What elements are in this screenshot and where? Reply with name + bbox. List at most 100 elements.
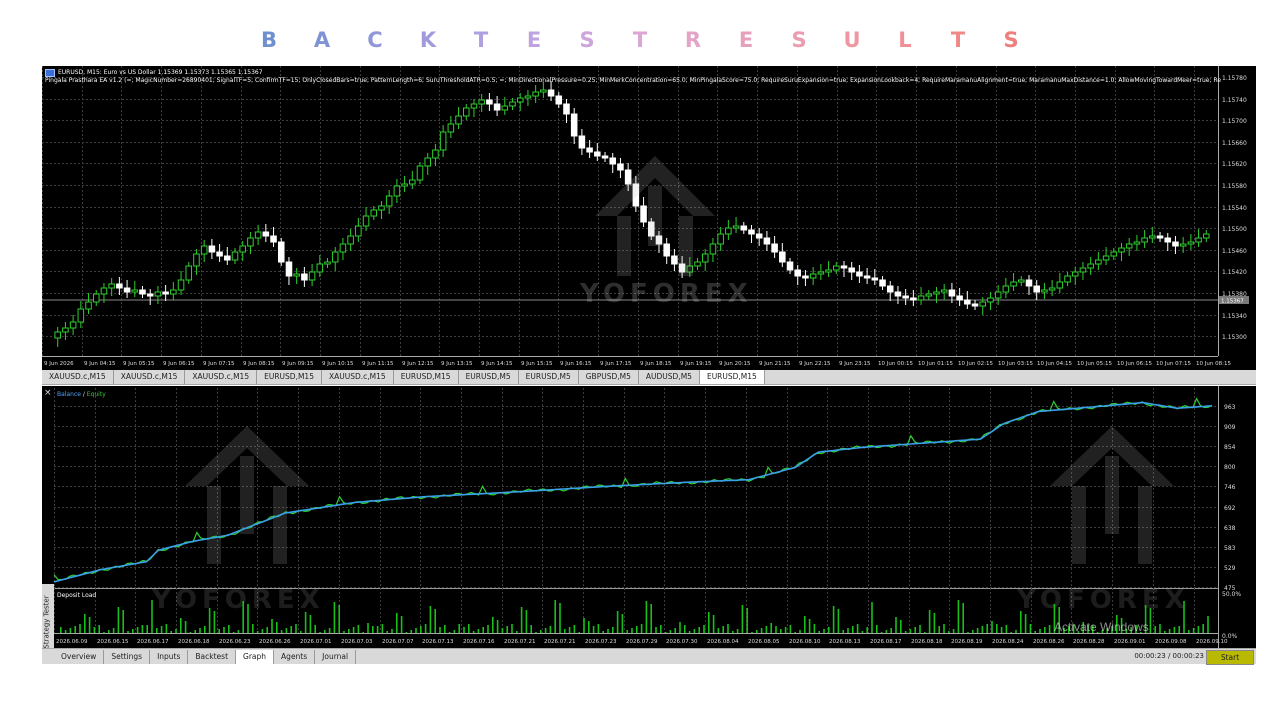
tab-agents[interactable]: Agents — [274, 649, 316, 664]
bull-candle — [709, 243, 717, 255]
bull-candle — [524, 95, 532, 99]
time-tick-label: 9 Jun 21:15 — [759, 361, 791, 367]
load-bar — [64, 630, 67, 633]
load-bar — [650, 604, 652, 633]
date-tick-label: 2026.08.26 — [1033, 639, 1065, 645]
bull-candle — [917, 295, 925, 301]
load-bar — [1197, 626, 1200, 633]
bull-candle — [247, 237, 254, 247]
tab-overview[interactable]: Overview — [54, 649, 105, 664]
bull-candle — [1095, 259, 1102, 265]
load-bar — [588, 621, 590, 633]
load-bar — [856, 624, 859, 633]
load-bar — [271, 619, 273, 633]
load-bar — [784, 627, 787, 633]
close-icon[interactable]: × — [44, 388, 52, 398]
load-bar — [74, 626, 76, 633]
symbol-tab[interactable]: XAUUSD.c,M15 — [185, 370, 258, 384]
bear-candle — [139, 289, 146, 295]
load-bar — [669, 630, 672, 633]
load-bar — [165, 624, 168, 633]
date-tick-label: 2026.06.17 — [137, 639, 169, 645]
load-bar — [813, 624, 816, 633]
load-bar — [852, 626, 854, 633]
load-bar — [256, 631, 259, 633]
load-bar — [223, 627, 225, 633]
bull-candle — [439, 131, 447, 151]
bull-candle — [1064, 275, 1071, 283]
title-letter: R — [684, 28, 702, 52]
time-tick-label: 9 Jun 14:15 — [481, 361, 513, 367]
bull-candle — [185, 265, 193, 281]
ea-parameters-text: Pingala Prasthara EA v1.2 (=; MagicNumbe… — [45, 77, 1221, 84]
chart-legend: Balance / Equity — [57, 391, 106, 398]
load-bar — [684, 625, 686, 633]
load-bar — [434, 609, 436, 633]
start-button[interactable]: Start — [1206, 650, 1254, 665]
bear-candle — [1025, 279, 1033, 287]
symbol-tab-bar: XAUUSD.c,M15 XAUUSD.c,M15 XAUUSD.c,M15 EURU… — [42, 370, 1256, 385]
time-tick-label: 9 Jun 08:15 — [243, 361, 275, 367]
load-bar — [352, 627, 355, 633]
bull-candle — [447, 123, 455, 133]
bull-candle — [1002, 285, 1010, 293]
symbol-tab[interactable]: XAUUSD.c,M15 — [322, 370, 394, 384]
bear-candle — [848, 267, 855, 273]
symbol-tab[interactable]: EURUSD,M15 — [394, 370, 459, 384]
symbol-tab[interactable]: XAUUSD.c,M15 — [114, 370, 186, 384]
load-bar — [991, 621, 993, 633]
load-bar — [348, 629, 350, 633]
load-bar — [252, 624, 254, 633]
price-tick-label: 1.15780 — [1222, 75, 1247, 82]
load-bar — [972, 630, 974, 633]
time-tick-label: 10 Jun 06:15 — [1117, 361, 1152, 367]
load-bar — [520, 607, 523, 633]
bull-candle — [694, 261, 701, 267]
symbol-tab[interactable]: EURUSD,M5 — [459, 370, 519, 384]
bull-candle — [239, 245, 246, 253]
tab-journal[interactable]: Journal — [315, 649, 357, 664]
load-bar — [688, 631, 691, 633]
load-bar — [84, 614, 86, 633]
load-bar — [727, 624, 729, 633]
bear-candle — [609, 157, 617, 165]
bull-candle — [532, 91, 539, 97]
symbol-tab[interactable]: GBPUSD,M5 — [579, 370, 639, 384]
tab-settings[interactable]: Settings — [104, 649, 151, 664]
time-tick-label: 9 Jun 2026 — [44, 361, 74, 367]
load-bar — [1024, 614, 1027, 633]
load-bar — [837, 609, 840, 633]
load-bar — [439, 627, 441, 633]
tab-graph[interactable]: Graph — [236, 649, 275, 664]
load-bar — [98, 625, 100, 633]
symbol-tab[interactable]: AUDUSD,M5 — [639, 370, 700, 384]
value-tick-label: 638 — [1224, 525, 1236, 532]
time-tick-label: 10 Jun 02:15 — [958, 361, 993, 367]
load-bar — [1149, 608, 1152, 633]
load-bar — [876, 625, 878, 633]
bear-candle — [617, 163, 624, 171]
tab-inputs[interactable]: Inputs — [150, 649, 189, 664]
bull-candle — [516, 97, 524, 103]
bull-candle — [355, 225, 362, 237]
time-tick-label: 10 Jun 08:15 — [1196, 361, 1231, 367]
load-bar — [842, 630, 844, 633]
tab-backtest[interactable]: Backtest — [188, 649, 237, 664]
symbol-tab[interactable]: EURUSD,M5 — [519, 370, 579, 384]
load-bar — [732, 631, 734, 633]
bull-candle — [1203, 233, 1210, 239]
candlestick-chart[interactable]: 1.15780 1.15740 1.15700 1.15660 1.15620 1.155… — [42, 66, 1256, 370]
price-chart[interactable]: 1.15780 1.15740 1.15700 1.15660 1.15620 1.155… — [42, 66, 1256, 370]
load-bar — [381, 624, 384, 633]
price-tick-label: 1.15500 — [1222, 226, 1247, 233]
date-tick-label: 2026.06.26 — [259, 639, 291, 645]
title-letter: E — [738, 28, 754, 52]
load-bar — [1183, 601, 1185, 633]
load-bar — [290, 626, 292, 633]
symbol-tab[interactable]: EURUSD,M15 — [257, 370, 322, 384]
symbol-tab[interactable]: XAUUSD.c,M15 — [42, 370, 114, 384]
bull-candle — [732, 225, 740, 229]
symbol-tab[interactable]: EURUSD,M15 — [699, 370, 765, 384]
bull-candle — [1048, 287, 1056, 291]
load-bar — [928, 610, 931, 633]
